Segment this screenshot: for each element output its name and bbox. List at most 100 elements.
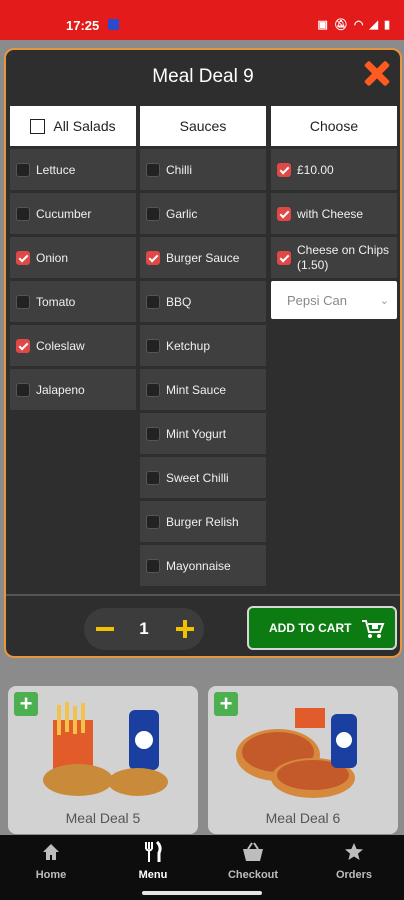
choose-option-price[interactable]: £10.00 bbox=[271, 149, 397, 190]
nav-menu-label: Menu bbox=[138, 869, 168, 881]
basket-icon bbox=[243, 842, 263, 861]
checkbox[interactable] bbox=[16, 294, 30, 309]
battery-icon: ▮ bbox=[383, 19, 390, 31]
salad-option-onion[interactable]: Onion bbox=[10, 237, 136, 278]
meal-deal-modal: Meal Deal 9 All Salads Lettuce Cucumber … bbox=[4, 48, 402, 658]
add-to-cart-label: ADD TO CART bbox=[269, 621, 352, 635]
sauce-option-garlic[interactable]: Garlic bbox=[140, 193, 266, 234]
home-icon bbox=[43, 844, 59, 860]
sauces-column: Sauces Chilli Garlic Burger Sauce BBQ Ke… bbox=[140, 106, 266, 586]
sauces-label: Sauces bbox=[179, 118, 227, 134]
checkbox[interactable] bbox=[146, 162, 160, 177]
option-label: Garlic bbox=[166, 206, 198, 221]
nav-home[interactable]: Home bbox=[6, 841, 96, 881]
sauce-option-sweet-chilli[interactable]: Sweet Chilli bbox=[140, 457, 266, 498]
meal-image bbox=[43, 702, 168, 796]
salad-option-cucumber[interactable]: Cucumber bbox=[10, 193, 136, 234]
checkbox[interactable] bbox=[146, 558, 160, 573]
option-label: Jalapeno bbox=[36, 382, 85, 397]
choose-column: Choose £10.00 with Cheese Cheese on Chip… bbox=[271, 106, 397, 319]
sauce-option-mint-sauce[interactable]: Mint Sauce bbox=[140, 369, 266, 410]
option-label: Mint Sauce bbox=[166, 382, 227, 397]
checkbox-checked[interactable] bbox=[277, 250, 291, 265]
meal-card[interactable]: + Meal Deal 5 bbox=[8, 686, 198, 834]
status-time: 17:25 bbox=[66, 18, 100, 33]
status-icons: ▣ 🔕︎ ◠ ◢ ▮ bbox=[317, 18, 390, 31]
salads-column: All Salads Lettuce Cucumber Onion Tomato… bbox=[10, 106, 136, 410]
option-label: £10.00 bbox=[297, 162, 334, 177]
option-label: BBQ bbox=[166, 294, 192, 309]
checkbox[interactable] bbox=[146, 206, 160, 221]
meal-card[interactable]: + Meal Deal 6 bbox=[208, 686, 398, 834]
choose-label: Choose bbox=[309, 118, 359, 134]
home-indicator[interactable] bbox=[142, 891, 262, 895]
checkbox[interactable] bbox=[16, 382, 30, 397]
sauce-option-bbq[interactable]: BBQ bbox=[140, 281, 266, 322]
nav-menu[interactable]: Menu bbox=[108, 841, 198, 881]
all-salads-label: All Salads bbox=[53, 118, 116, 134]
checkbox-checked[interactable] bbox=[277, 206, 291, 221]
plus-icon[interactable] bbox=[176, 627, 194, 631]
nav-orders[interactable]: Orders bbox=[309, 841, 399, 881]
checkbox[interactable] bbox=[146, 382, 160, 397]
choose-option-cheese-on-chips[interactable]: Cheese on Chips (1.50) bbox=[271, 237, 397, 278]
wifi-icon: ◠ bbox=[353, 19, 364, 31]
modal-title: Meal Deal 9 bbox=[152, 66, 254, 87]
all-salads-header[interactable]: All Salads bbox=[10, 106, 136, 146]
checkbox-checked[interactable] bbox=[16, 338, 30, 353]
sauce-option-ketchup[interactable]: Ketchup bbox=[140, 325, 266, 366]
drink-select[interactable]: Pepsi Can ⌄ bbox=[271, 281, 397, 319]
quantity-stepper: 1 bbox=[84, 608, 204, 650]
option-label: Sweet Chilli bbox=[166, 470, 229, 485]
option-label: Ketchup bbox=[166, 338, 211, 353]
checkbox-checked[interactable] bbox=[16, 250, 30, 265]
sauce-option-mayonnaise[interactable]: Mayonnaise bbox=[140, 545, 266, 586]
checkbox[interactable] bbox=[146, 294, 160, 309]
sauce-option-burger-relish[interactable]: Burger Relish bbox=[140, 501, 266, 542]
sauces-header: Sauces bbox=[140, 106, 266, 146]
sauce-option-mint-yogurt[interactable]: Mint Yogurt bbox=[140, 413, 266, 454]
checkbox[interactable] bbox=[146, 426, 160, 441]
cart-icon bbox=[362, 620, 385, 638]
option-label: Onion bbox=[36, 250, 69, 265]
cutlery-icon bbox=[145, 841, 162, 862]
meal-image bbox=[236, 708, 357, 798]
close-icon[interactable] bbox=[360, 56, 394, 90]
nfc-icon: ▣ bbox=[317, 19, 328, 31]
checkbox[interactable] bbox=[16, 206, 30, 221]
checkbox[interactable] bbox=[146, 514, 160, 529]
option-label: Mayonnaise bbox=[166, 558, 231, 573]
all-salads-checkbox[interactable] bbox=[30, 118, 46, 134]
option-label: Lettuce bbox=[36, 162, 76, 177]
footer-divider bbox=[6, 594, 400, 596]
sauce-option-burger-sauce[interactable]: Burger Sauce bbox=[140, 237, 266, 278]
choose-header: Choose bbox=[271, 106, 397, 146]
status-bar: 17:25 ▣ 🔕︎ ◠ ◢ ▮ bbox=[0, 0, 404, 40]
signal-icon: ◢ bbox=[369, 19, 378, 31]
option-label: Cucumber bbox=[36, 206, 92, 221]
option-label: Burger Relish bbox=[166, 514, 239, 529]
drink-select-value: Pepsi Can bbox=[287, 292, 347, 308]
nav-checkout-label: Checkout bbox=[227, 869, 279, 881]
checkbox[interactable] bbox=[146, 470, 160, 485]
nav-checkout[interactable]: Checkout bbox=[208, 841, 298, 881]
option-label: Mint Yogurt bbox=[166, 426, 227, 441]
checkbox-checked[interactable] bbox=[146, 250, 160, 265]
option-label: Burger Sauce bbox=[166, 250, 240, 265]
salad-option-jalapeno[interactable]: Jalapeno bbox=[10, 369, 136, 410]
app-notification-icon bbox=[108, 19, 119, 30]
star-icon bbox=[345, 843, 363, 860]
option-label: Chilli bbox=[166, 162, 193, 177]
checkbox[interactable] bbox=[16, 162, 30, 177]
option-label: Cheese on Chips (1.50) bbox=[297, 242, 390, 272]
sauce-option-chilli[interactable]: Chilli bbox=[140, 149, 266, 190]
option-label: Tomato bbox=[36, 294, 76, 309]
salad-option-coleslaw[interactable]: Coleslaw bbox=[10, 325, 136, 366]
salad-option-tomato[interactable]: Tomato bbox=[10, 281, 136, 322]
meal-card-title: Meal Deal 5 bbox=[65, 810, 141, 826]
choose-option-with-cheese[interactable]: with Cheese bbox=[271, 193, 397, 234]
checkbox-checked[interactable] bbox=[277, 162, 291, 177]
add-to-cart-button[interactable]: ADD TO CART bbox=[247, 606, 397, 650]
salad-option-lettuce[interactable]: Lettuce bbox=[10, 149, 136, 190]
checkbox[interactable] bbox=[146, 338, 160, 353]
